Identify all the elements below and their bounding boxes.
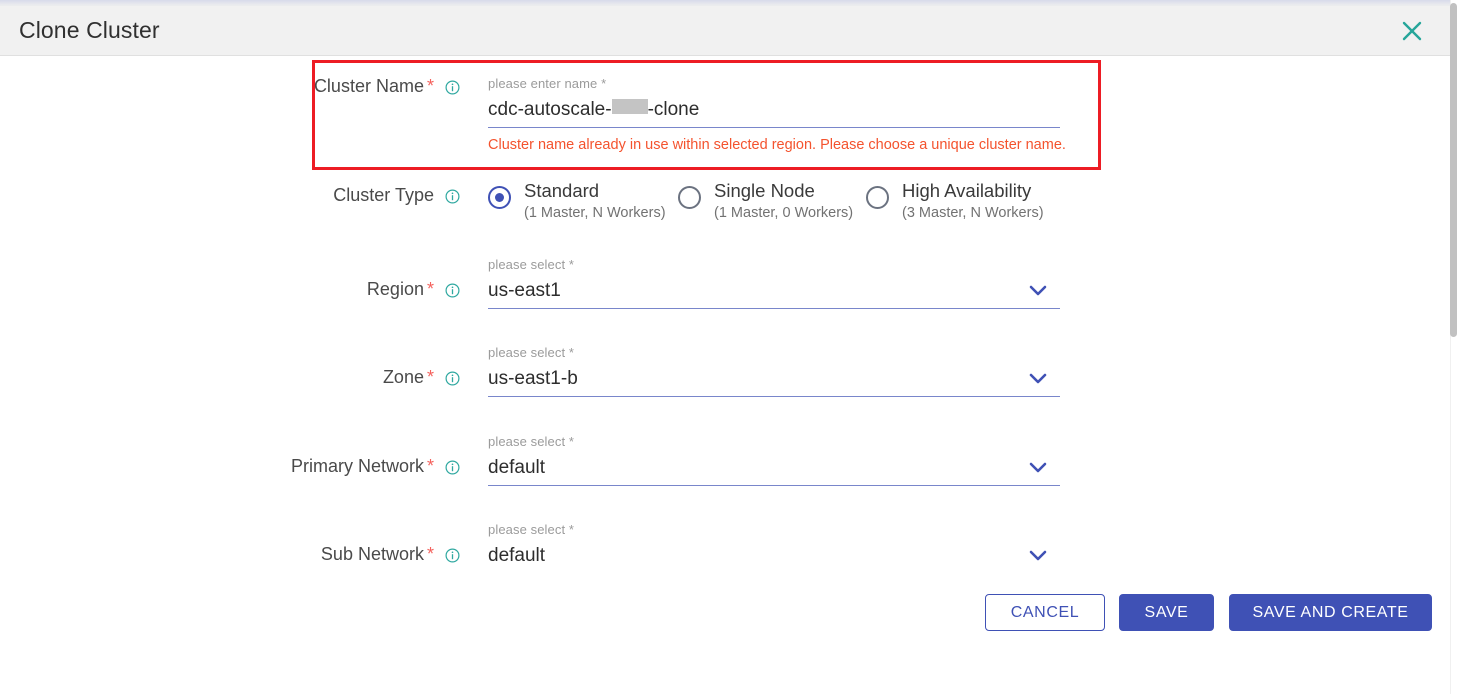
required-star: * bbox=[426, 456, 434, 476]
sub-network-hint: please select * bbox=[488, 522, 575, 537]
primary-network-underline bbox=[488, 485, 1060, 486]
cluster-name-error-message: Cluster name already in use within selec… bbox=[488, 137, 1066, 153]
radio-title-high-availability: High Availability bbox=[902, 180, 1032, 201]
clone-cluster-dialog: Clone Cluster Cluster Name * please ente… bbox=[0, 0, 1458, 694]
zone-label: Zone * bbox=[0, 367, 460, 388]
save-button[interactable]: SAVE bbox=[1119, 594, 1214, 631]
close-icon[interactable] bbox=[1397, 16, 1427, 46]
required-star: * bbox=[426, 76, 434, 96]
info-icon[interactable] bbox=[445, 548, 460, 563]
region-value: us-east1 bbox=[488, 280, 561, 301]
page-title: Clone Cluster bbox=[19, 17, 160, 43]
zone-hint: please select * bbox=[488, 345, 575, 360]
radio-subtitle-single-node: (1 Master, 0 Workers) bbox=[714, 205, 854, 221]
primary-network-value: default bbox=[488, 457, 546, 478]
cluster-type-label-text: Cluster Type bbox=[333, 185, 434, 205]
chevron-down-icon[interactable] bbox=[1028, 460, 1048, 474]
region-label-text: Region bbox=[366, 279, 424, 299]
radio-option-single-node[interactable]: Single Node (1 Master, 0 Workers) bbox=[678, 179, 853, 223]
radio-labels-high-availability: High Availability (3 Master, N Workers) bbox=[902, 179, 1044, 223]
cluster-name-underline bbox=[488, 127, 1060, 128]
vertical-scrollbar-thumb[interactable] bbox=[1450, 3, 1457, 337]
info-icon[interactable] bbox=[445, 189, 460, 204]
dialog-header: Clone Cluster bbox=[0, 6, 1450, 56]
zone-select[interactable]: please select * us-east1-b bbox=[488, 345, 1060, 397]
cluster-name-value-suffix: -clone bbox=[647, 99, 700, 120]
sub-network-label-text: Sub Network bbox=[320, 544, 424, 564]
primary-network-label: Primary Network * bbox=[0, 456, 460, 477]
dialog-body: Cluster Name * please enter name * cdc-au… bbox=[0, 57, 1450, 694]
radio-option-high-availability[interactable]: High Availability (3 Master, N Workers) bbox=[866, 179, 1044, 223]
primary-network-hint: please select * bbox=[488, 434, 575, 449]
zone-underline bbox=[488, 396, 1060, 397]
radio-title-single-node: Single Node bbox=[714, 180, 815, 201]
region-select[interactable]: please select * us-east1 bbox=[488, 257, 1060, 309]
zone-value: us-east1-b bbox=[488, 368, 578, 389]
chevron-down-icon[interactable] bbox=[1028, 548, 1048, 562]
region-label: Region * bbox=[0, 279, 460, 300]
radio-title-standard: Standard bbox=[524, 180, 600, 201]
redacted-text-block bbox=[611, 99, 648, 114]
radio-indicator-single-node[interactable] bbox=[678, 186, 701, 209]
radio-labels-single-node: Single Node (1 Master, 0 Workers) bbox=[714, 179, 853, 223]
sub-network-value: default bbox=[488, 545, 546, 566]
cluster-name-hint: please enter name * bbox=[488, 76, 607, 91]
chevron-down-icon[interactable] bbox=[1028, 371, 1048, 385]
cluster-type-label: Cluster Type bbox=[0, 185, 460, 206]
cluster-name-label-text: Cluster Name bbox=[313, 76, 424, 96]
required-star: * bbox=[426, 367, 434, 387]
save-and-create-button[interactable]: SAVE AND CREATE bbox=[1229, 594, 1432, 631]
vertical-scrollbar-track[interactable] bbox=[1450, 0, 1458, 694]
info-icon[interactable] bbox=[445, 283, 460, 298]
primary-network-select[interactable]: please select * default bbox=[488, 434, 1060, 486]
cluster-name-value-prefix: cdc-autoscale- bbox=[488, 99, 612, 120]
radio-subtitle-standard: (1 Master, N Workers) bbox=[524, 205, 666, 221]
radio-option-standard[interactable]: Standard (1 Master, N Workers) bbox=[488, 179, 666, 223]
primary-network-label-text: Primary Network bbox=[290, 456, 424, 476]
radio-indicator-high-availability[interactable] bbox=[866, 186, 889, 209]
cluster-name-label: Cluster Name * bbox=[0, 76, 460, 97]
dialog-action-bar: CANCEL SAVE SAVE AND CREATE bbox=[0, 594, 1450, 634]
chevron-down-icon[interactable] bbox=[1028, 283, 1048, 297]
region-hint: please select * bbox=[488, 257, 575, 272]
zone-label-text: Zone bbox=[382, 367, 424, 387]
required-star: * bbox=[426, 279, 434, 299]
required-star: * bbox=[426, 544, 434, 564]
region-underline bbox=[488, 308, 1060, 309]
radio-indicator-standard[interactable] bbox=[488, 186, 511, 209]
info-icon[interactable] bbox=[445, 460, 460, 475]
radio-labels-standard: Standard (1 Master, N Workers) bbox=[524, 179, 666, 223]
radio-subtitle-high-availability: (3 Master, N Workers) bbox=[902, 205, 1044, 221]
info-icon[interactable] bbox=[445, 371, 460, 386]
cluster-name-field[interactable]: please enter name * cdc-autoscale- -clone… bbox=[488, 76, 1066, 153]
cluster-name-input[interactable]: cdc-autoscale- -clone bbox=[488, 97, 1060, 123]
sub-network-label: Sub Network * bbox=[0, 544, 460, 565]
cancel-button[interactable]: CANCEL bbox=[985, 594, 1105, 631]
sub-network-select[interactable]: please select * default bbox=[488, 522, 1060, 569]
info-icon[interactable] bbox=[445, 80, 460, 95]
